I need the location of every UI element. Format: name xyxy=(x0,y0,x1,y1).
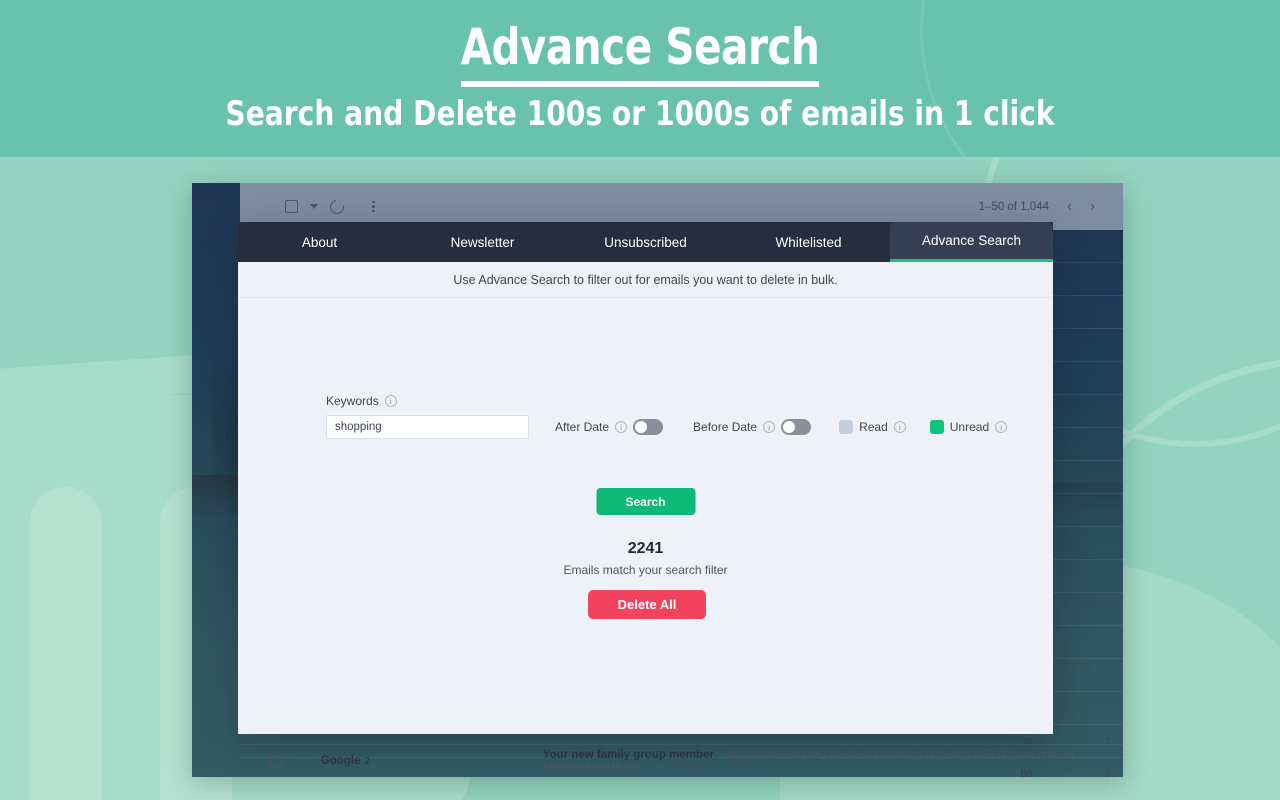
tab-advance-search[interactable]: Advance Search xyxy=(890,222,1053,262)
after-date-control: After Date i xyxy=(555,415,664,439)
info-icon-unread[interactable]: i xyxy=(995,421,1008,433)
toggle-knob xyxy=(635,421,648,433)
filter-row: Keywords i After Date i Before Date i xyxy=(326,394,1023,439)
search-input[interactable] xyxy=(326,415,529,439)
after-date-toggle[interactable] xyxy=(633,419,664,435)
refresh-icon[interactable] xyxy=(327,196,347,217)
before-date-control: Before Date i xyxy=(693,415,812,439)
gmail-sender-count: 2 xyxy=(364,756,370,767)
star-icon[interactable]: ☆ xyxy=(296,754,307,768)
promo-header-band: Advance Search Search and Delete 100s or… xyxy=(0,0,1280,157)
keywords-group: Keywords i xyxy=(326,394,529,439)
panel-body: Keywords i After Date i Before Date i xyxy=(238,298,1053,734)
tab-whitelisted[interactable]: Whitelisted xyxy=(727,222,890,262)
promo-title-text: Advance Search xyxy=(460,18,820,87)
info-icon-after-date[interactable]: i xyxy=(615,421,628,433)
toggle-knob xyxy=(783,421,796,433)
before-date-label: Before Date xyxy=(693,420,758,434)
panel-subtitle: Use Advance Search to filter out for ema… xyxy=(238,262,1053,298)
gmail-subject: Your new family group member xyxy=(542,749,714,761)
kebab-menu-icon[interactable] xyxy=(372,200,375,213)
chevron-down-icon[interactable] xyxy=(310,204,318,209)
tab-newsletter[interactable]: Newsletter xyxy=(401,222,564,262)
extension-tabbar: About Newsletter Unsubscribed Whitelisted Ad… xyxy=(238,222,1053,262)
gmail-sender-name: Google xyxy=(320,755,361,767)
read-checkbox[interactable] xyxy=(839,420,854,434)
results-caption: Emails match your search filter xyxy=(563,563,728,577)
gmail-separator: - xyxy=(713,749,725,761)
gmail-sender: Google 2 xyxy=(321,755,441,767)
before-date-toggle[interactable] xyxy=(781,419,812,435)
gmail-pagination-label: 1–50 of 1,044 xyxy=(978,200,1049,213)
gmail-left-rail xyxy=(192,183,240,777)
keywords-label: Keywords xyxy=(326,394,379,408)
info-icon-before-date[interactable]: i xyxy=(763,421,776,433)
promo-subtitle: Search and Delete 100s or 1000s of email… xyxy=(225,94,1055,134)
info-icon-read[interactable]: i xyxy=(893,421,906,433)
results-block: 2241 Emails match your search filter Del… xyxy=(238,540,1053,619)
after-date-label: After Date xyxy=(555,420,610,434)
read-label: Read xyxy=(859,420,888,434)
gmail-email-row-google[interactable]: ☆ Google 2 Your new family group member -… xyxy=(240,744,1123,777)
info-icon-keywords[interactable]: i xyxy=(384,395,397,407)
delete-all-button[interactable]: Delete All xyxy=(588,590,706,619)
chevron-left-icon[interactable]: ‹ xyxy=(1067,198,1072,215)
chevron-right-icon[interactable]: › xyxy=(1090,198,1095,215)
tab-unsubscribed[interactable]: Unsubscribed xyxy=(564,222,727,262)
search-button[interactable]: Search xyxy=(596,488,695,515)
keywords-label-row: Keywords i xyxy=(326,394,529,408)
read-control: Read i xyxy=(839,415,906,439)
trash-stripe-1 xyxy=(30,487,102,800)
promo-title: Advance Search xyxy=(64,18,1216,87)
tab-about[interactable]: About xyxy=(238,222,401,262)
unread-checkbox[interactable] xyxy=(929,420,944,434)
extension-panel: About Newsletter Unsubscribed Whitelisted Ad… xyxy=(238,222,1053,734)
checkbox-icon[interactable] xyxy=(270,754,282,768)
results-count: 2241 xyxy=(627,540,664,557)
unread-label: Unread xyxy=(949,420,990,434)
gmail-select-all-checkbox[interactable] xyxy=(285,200,298,213)
page-root: 5 1–50 of 1,044 ‹ › nd ...De...ed....ans… xyxy=(0,0,1280,800)
unread-control: Unread i xyxy=(929,415,1008,439)
